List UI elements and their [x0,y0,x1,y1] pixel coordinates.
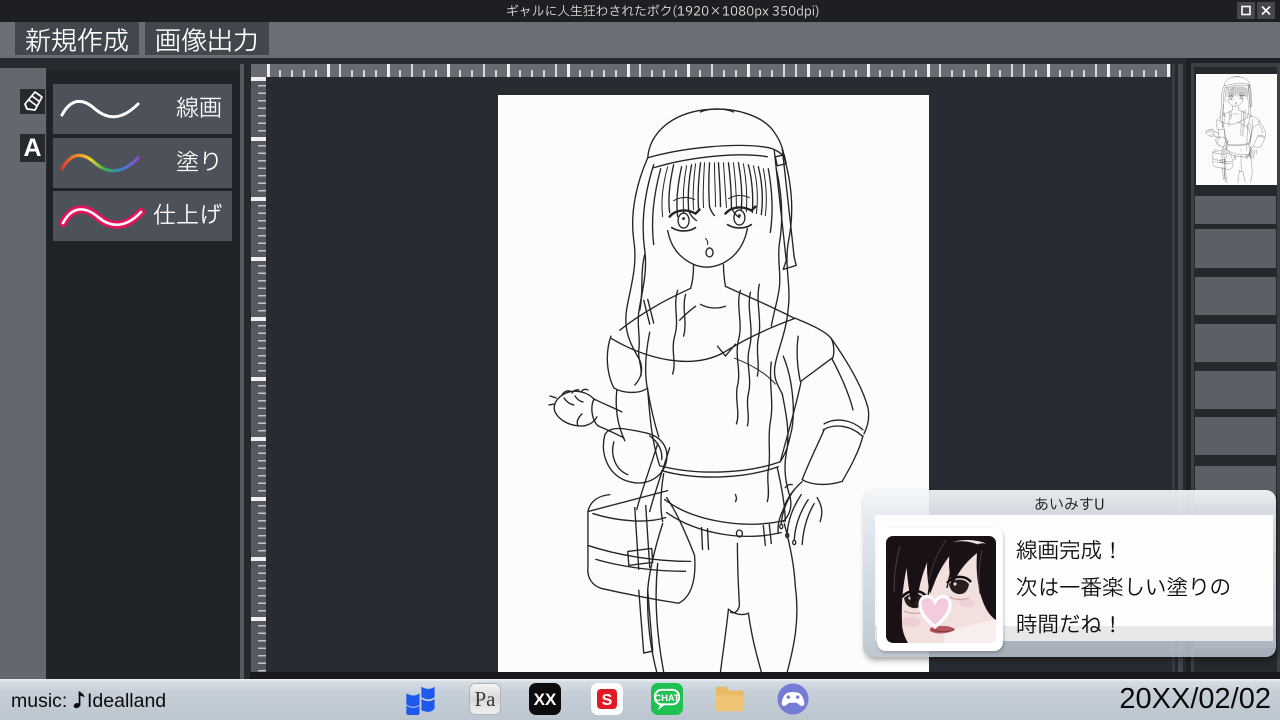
svg-text:XX: XX [534,690,557,709]
svg-text:S: S [602,692,613,709]
svg-text:CHAT: CHAT [655,693,680,703]
svg-text:Pa: Pa [475,687,497,711]
